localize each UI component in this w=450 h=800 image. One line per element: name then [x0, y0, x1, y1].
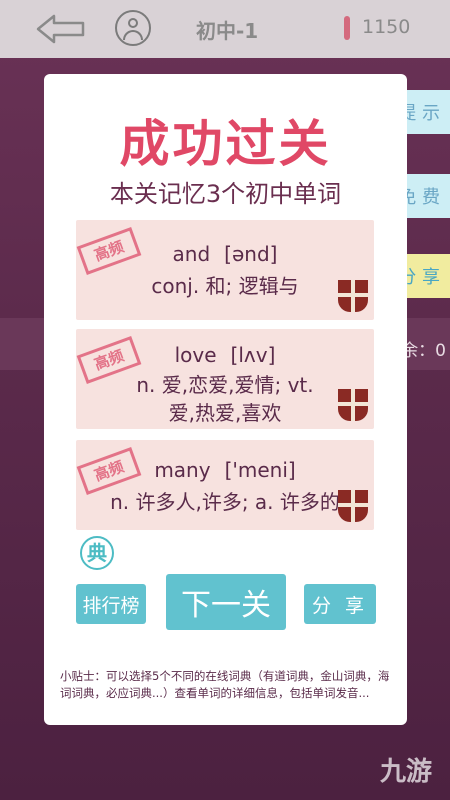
word-card[interactable]: 高频 many ['meni] n. 许多人,许多; a. 许多的: [76, 440, 374, 530]
meaning-line: n. 许多人,许多; a. 许多的: [110, 490, 340, 514]
word-line: and [ənd]: [76, 242, 374, 266]
word-phonetic: [ənd]: [224, 242, 278, 266]
word-text: many: [154, 458, 211, 482]
remaining-count: 余：0: [401, 341, 446, 361]
top-bar: 初中-1 1150: [0, 0, 450, 58]
dialog-title: 成功过关: [119, 115, 332, 173]
word-text: love: [174, 343, 217, 367]
word-text: and: [172, 242, 211, 266]
tip-text: 小贴士：可以选择5个不同的在线词典（有道词典，金山词典，海词词典，必应词典...…: [60, 669, 390, 700]
word-line: many ['meni]: [76, 458, 374, 482]
word-meaning: conj. 和; 逻辑与: [76, 272, 374, 300]
level-complete-dialog: 成功过关 本关记忆3个初中单词 高频 and [ənd] conj. 和; 逻辑与…: [44, 74, 407, 725]
dictionary-crest-icon[interactable]: [338, 280, 368, 312]
dictionary-crest-icon[interactable]: [338, 389, 368, 421]
meaning-line: n. 爱,恋爱,爱情; vt.: [136, 373, 314, 397]
dictionary-crest-icon[interactable]: [338, 490, 368, 522]
word-phonetic: ['meni]: [224, 458, 296, 482]
meaning-line: conj. 和; 逻辑与: [151, 274, 299, 298]
user-avatar-icon[interactable]: [115, 10, 151, 46]
back-arrow-icon[interactable]: [36, 14, 86, 44]
coin-count: 1150: [362, 16, 411, 38]
word-card[interactable]: 高频 love [lʌv] n. 爱,恋爱,爱情; vt. 爱,热爱,喜欢: [76, 329, 374, 429]
dictionary-icon[interactable]: 典: [80, 536, 114, 570]
meaning-line: 爱,热爱,喜欢: [168, 401, 282, 425]
share-button[interactable]: 分 享: [304, 584, 376, 624]
word-phonetic: [lʌv]: [230, 343, 276, 367]
coin-icon: [344, 16, 350, 40]
leaderboard-button[interactable]: 排行榜: [76, 584, 146, 624]
word-meaning: n. 许多人,许多; a. 许多的: [76, 488, 374, 516]
watermark-logo: 九游: [379, 757, 432, 787]
dialog-subtitle: 本关记忆3个初中单词: [109, 180, 342, 208]
word-meaning: n. 爱,恋爱,爱情; vt. 爱,热爱,喜欢: [76, 371, 374, 427]
next-level-button[interactable]: 下一关: [166, 574, 286, 630]
word-line: love [lʌv]: [76, 343, 374, 367]
word-card[interactable]: 高频 and [ənd] conj. 和; 逻辑与: [76, 220, 374, 320]
level-label: 初中-1: [196, 19, 259, 43]
